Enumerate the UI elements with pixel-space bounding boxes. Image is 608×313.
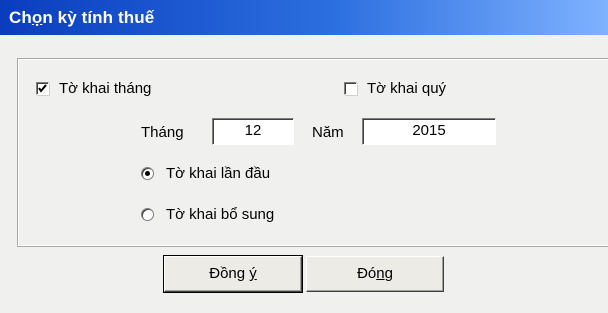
monthly-declaration-label: Tờ khai tháng <box>59 80 152 97</box>
month-input[interactable]: 12 <box>212 118 294 145</box>
checkmark-icon <box>38 84 47 93</box>
supplementary-declaration-radio[interactable]: Tờ khai bổ sung <box>141 206 274 223</box>
checkbox-box[interactable] <box>36 82 49 95</box>
first-declaration-radio[interactable]: Tờ khai lần đầu <box>141 165 270 182</box>
quarterly-declaration-checkbox[interactable]: Tờ khai quý <box>344 80 446 97</box>
radio-button[interactable] <box>141 167 154 180</box>
quarterly-declaration-label: Tờ khai quý <box>367 80 447 97</box>
supplementary-declaration-label: Tờ khai bổ sung <box>166 206 275 223</box>
first-declaration-label: Tờ khai lần đầu <box>166 165 271 182</box>
agree-button[interactable]: Đồng ý <box>163 255 303 293</box>
month-label: Tháng <box>141 124 184 141</box>
window-title: Chọn kỳ tính thuế <box>9 8 155 27</box>
year-label: Năm <box>312 124 344 141</box>
title-bar: Chọn kỳ tính thuế <box>0 0 608 35</box>
checkbox-box[interactable] <box>344 82 357 95</box>
radio-button[interactable] <box>141 208 154 221</box>
close-button[interactable]: Đóng <box>306 256 444 292</box>
monthly-declaration-checkbox[interactable]: Tờ khai tháng <box>36 80 151 97</box>
year-input[interactable]: 2015 <box>362 118 496 145</box>
radio-selected-dot <box>145 171 150 176</box>
